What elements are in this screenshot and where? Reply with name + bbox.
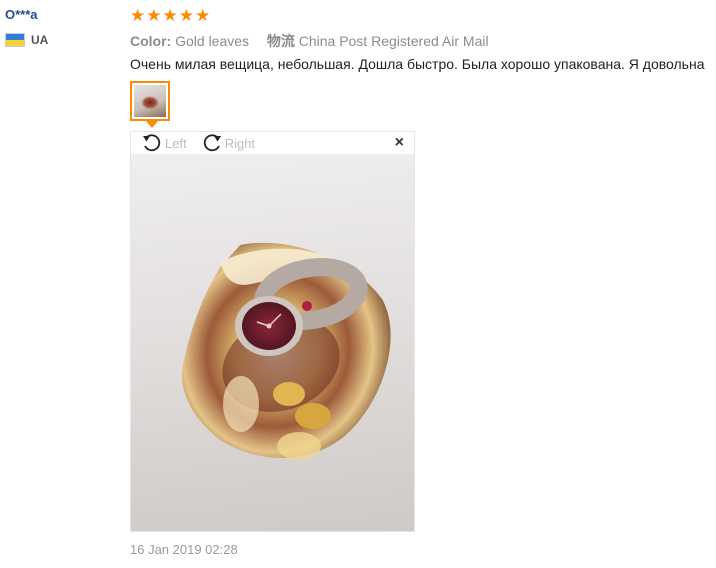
thumbnail-pointer bbox=[146, 121, 158, 128]
rotate-right-icon bbox=[203, 134, 221, 152]
star-icon: ★ bbox=[130, 6, 146, 25]
star-icon: ★ bbox=[178, 6, 194, 25]
rotate-left-button[interactable]: Left bbox=[141, 133, 187, 153]
order-attributes: Color: Gold leaves 物流 China Post Registe… bbox=[130, 31, 489, 51]
reviewer-name: O***a bbox=[5, 7, 38, 22]
review-photo bbox=[131, 154, 414, 531]
reviewer-country: UA bbox=[5, 33, 48, 47]
star-icon: ★ bbox=[162, 6, 178, 25]
star-icon: ★ bbox=[195, 6, 211, 25]
close-icon[interactable]: × bbox=[395, 134, 404, 152]
color-value: Gold leaves bbox=[175, 33, 250, 49]
color-key: Color: bbox=[130, 33, 172, 49]
rotate-left-icon bbox=[143, 134, 161, 152]
ukraine-flag-icon bbox=[5, 33, 25, 47]
rotate-right-button[interactable]: Right bbox=[201, 133, 255, 153]
country-code: UA bbox=[31, 33, 49, 47]
rotate-right-label: Right bbox=[224, 135, 256, 151]
shipping-value: China Post Registered Air Mail bbox=[298, 33, 489, 49]
photo-viewer: Left Right × bbox=[130, 131, 415, 532]
rotate-left-label: Left bbox=[165, 135, 187, 151]
shipping-key: 物流 bbox=[266, 33, 295, 49]
star-rating: ★ ★ ★ ★ ★ bbox=[130, 7, 210, 25]
review-date: 16 Jan 2019 02:28 bbox=[130, 542, 238, 557]
photo-viewer-toolbar: Left Right × bbox=[131, 132, 414, 154]
review-photo-thumbnail[interactable] bbox=[130, 81, 170, 121]
star-icon: ★ bbox=[146, 6, 162, 25]
review-text: Очень милая вещица, небольшая. Дошла быс… bbox=[130, 56, 705, 72]
